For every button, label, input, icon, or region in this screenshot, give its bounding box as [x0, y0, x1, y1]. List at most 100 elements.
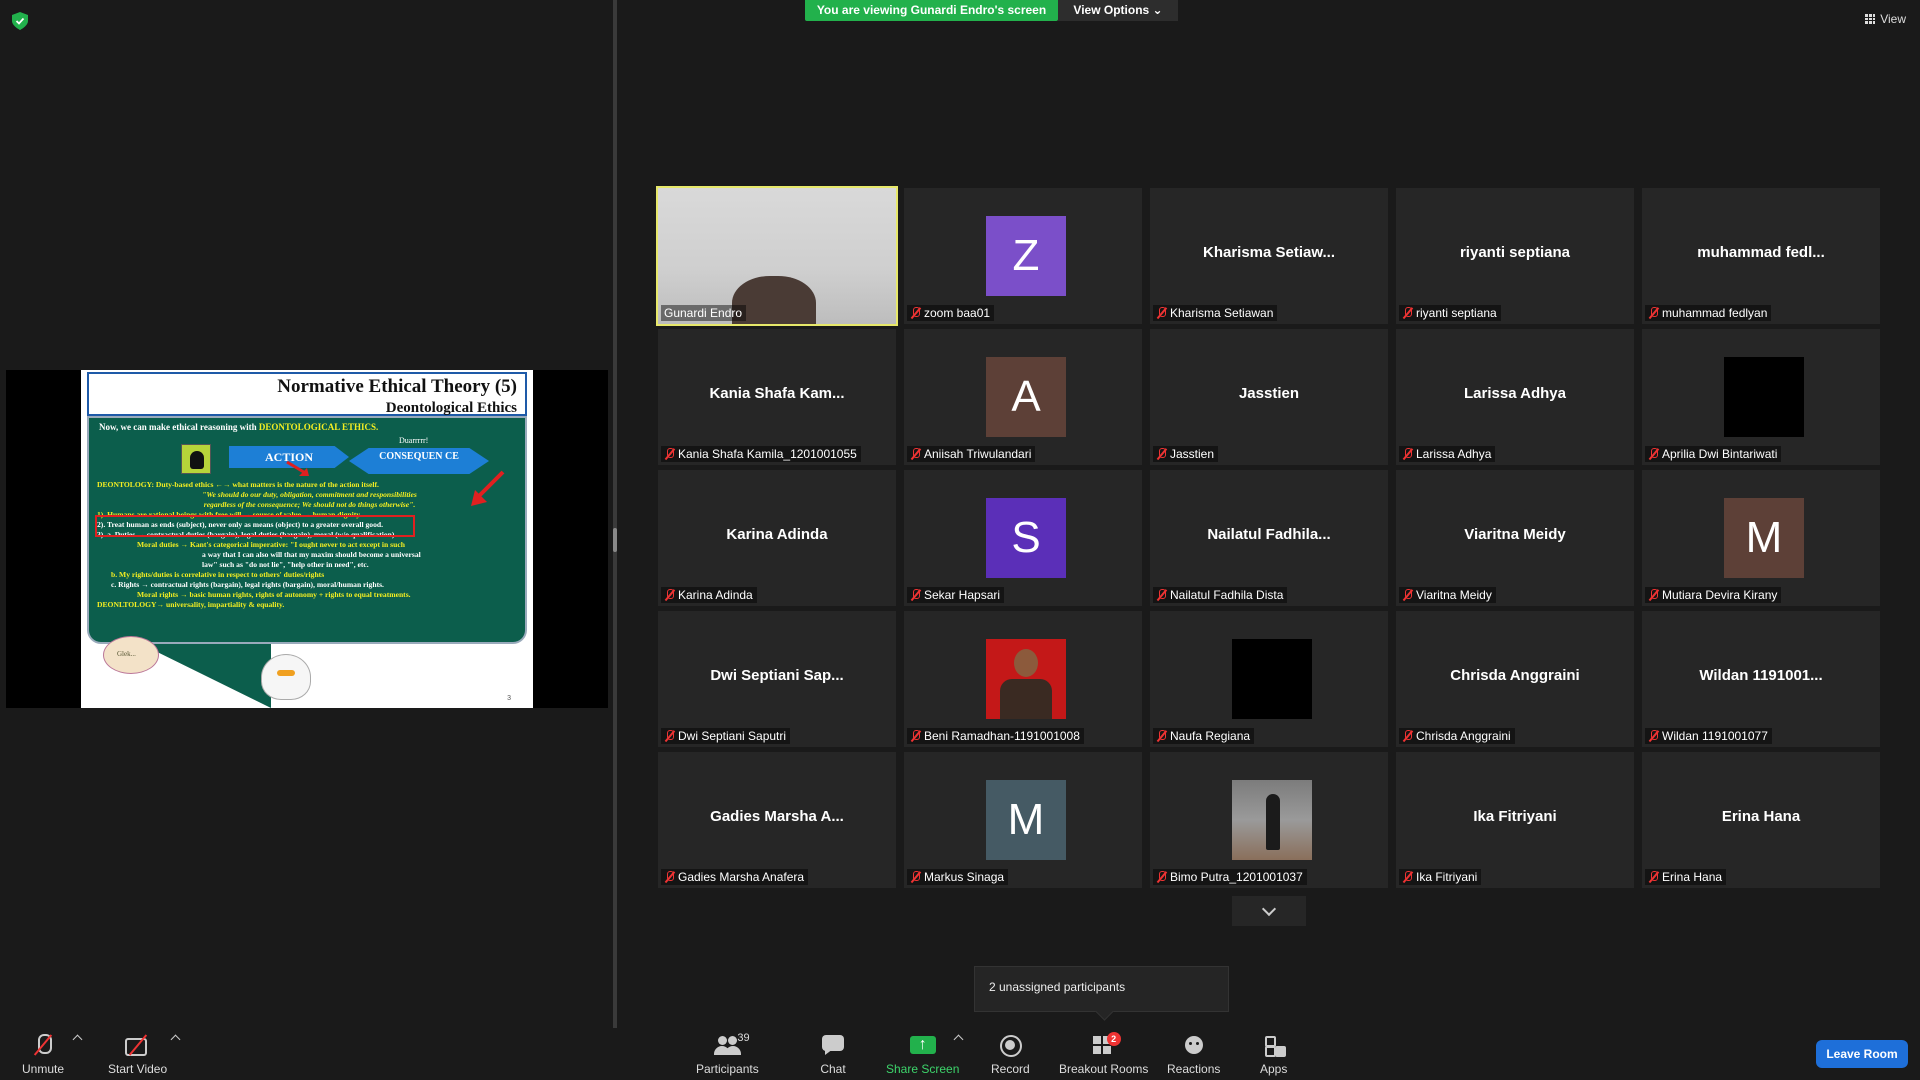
participant-nameplate: Gadies Marsha Anafera: [661, 869, 809, 885]
participant-nameplate: zoom baa01: [907, 305, 995, 321]
participant-tile[interactable]: Karina Adinda Karina Adinda: [658, 470, 896, 606]
participant-tile[interactable]: M Mutiara Devira Kirany: [1642, 470, 1880, 606]
participant-tile[interactable]: Viaritna Meidy Viaritna Meidy: [1396, 470, 1634, 606]
participant-nameplate: Erina Hana: [1645, 869, 1727, 885]
participant-tile[interactable]: Chrisda Anggraini Chrisda Anggraini: [1396, 611, 1634, 747]
participant-name: Gadies Marsha Anafera: [678, 870, 805, 884]
apps-icon: [1261, 1034, 1287, 1057]
security-shield-icon[interactable]: [12, 12, 28, 30]
participant-tile[interactable]: Gunardi Endro: [656, 186, 898, 326]
mic-muted-icon: [1402, 589, 1413, 601]
start-video-button[interactable]: Start Video: [108, 1034, 167, 1076]
participant-tile[interactable]: Jasstien Jasstien: [1150, 329, 1388, 465]
mic-muted-icon: [1648, 871, 1659, 883]
participant-tile[interactable]: Aprilia Dwi Bintariwati: [1642, 329, 1880, 465]
participant-name: Naufa Regiana: [1170, 729, 1251, 743]
participant-picture: [986, 639, 1066, 719]
participant-avatar: S: [986, 498, 1066, 578]
participant-tile[interactable]: Dwi Septiani Sap... Dwi Septiani Saputri: [658, 611, 896, 747]
participant-tile[interactable]: Beni Ramadhan-1191001008: [904, 611, 1142, 747]
participant-tile[interactable]: Kania Shafa Kam... Kania Shafa Kamila_120…: [658, 329, 896, 465]
mic-muted-icon: [1402, 871, 1413, 883]
participant-nameplate: Kharisma Setiawan: [1153, 305, 1278, 321]
share-screen-button[interactable]: Share Screen: [886, 1034, 959, 1076]
participant-nameplate: Chrisda Anggraini: [1399, 728, 1515, 744]
participant-display-name: Kania Shafa Kam...: [709, 385, 845, 402]
participant-tile[interactable]: Kharisma Setiaw... Kharisma Setiawan: [1150, 188, 1388, 324]
reactions-icon: [1181, 1034, 1207, 1056]
slide-body: Now, we can make ethical reasoning with …: [87, 416, 527, 644]
participant-tile[interactable]: muhammad fedl... muhammad fedlyan: [1642, 188, 1880, 324]
participant-name: Erina Hana: [1662, 870, 1723, 884]
unassigned-participants-tooltip[interactable]: 2 unassigned participants: [974, 966, 1229, 1012]
slide-title: Normative Ethical Theory (5): [277, 376, 517, 397]
participant-tile[interactable]: Ika Fitriyani Ika Fitriyani: [1396, 752, 1634, 888]
chat-button[interactable]: Chat: [820, 1034, 846, 1076]
slide-line: Moral rights → basic human rights, right…: [137, 590, 411, 599]
breakout-rooms-button[interactable]: 2 Breakout Rooms: [1059, 1032, 1148, 1076]
gallery-next-page-button[interactable]: [1232, 896, 1306, 926]
presentation-slide: Normative Ethical Theory (5) Deontologic…: [81, 370, 533, 708]
participant-tile[interactable]: Naufa Regiana: [1150, 611, 1388, 747]
breakout-rooms-icon: 2: [1091, 1032, 1121, 1056]
mic-muted-icon: [910, 871, 921, 883]
reactions-button[interactable]: Reactions: [1167, 1034, 1220, 1076]
divider-drag-handle[interactable]: [613, 528, 617, 552]
participant-tile[interactable]: Nailatul Fadhila... Nailatul Fadhila Dist…: [1150, 470, 1388, 606]
participants-button[interactable]: 39 Participants: [696, 1032, 759, 1076]
participant-name: Aprilia Dwi Bintariwati: [1662, 447, 1778, 461]
breakout-badge: 2: [1106, 1032, 1121, 1046]
participant-display-name: Viaritna Meidy: [1464, 526, 1566, 543]
mic-muted-icon: [910, 730, 921, 742]
participant-name: Kania Shafa Kamila_1201001055: [678, 447, 857, 461]
participant-name: Viaritna Meidy: [1416, 588, 1492, 602]
participant-nameplate: Larissa Adhya: [1399, 446, 1496, 462]
ninja-icon: [181, 444, 211, 474]
zoom-window: Normative Ethical Theory (5) Deontologic…: [0, 0, 1920, 1080]
view-button[interactable]: View: [1865, 12, 1906, 26]
grid-view-icon: [1865, 14, 1876, 24]
video-off-icon: [124, 1034, 151, 1056]
view-options-button[interactable]: View Options ⌄: [1058, 0, 1178, 21]
participant-tile[interactable]: S Sekar Hapsari: [904, 470, 1142, 606]
slide-line: DEONLTOLOGY→ universality, impartiality …: [97, 600, 285, 609]
participant-name: Wildan 1191001077: [1662, 729, 1768, 743]
split-view-divider[interactable]: [613, 0, 617, 1028]
mic-muted-icon: [1648, 589, 1659, 601]
participant-tile[interactable]: A Aniisah Triwulandari: [904, 329, 1142, 465]
slide-subtitle: Deontological Ethics: [385, 400, 517, 416]
slide-text-lines: DEONTOLOGY: Duty-based ethics ←→ what ma…: [97, 480, 522, 610]
record-button[interactable]: Record: [991, 1034, 1030, 1076]
participant-tile[interactable]: Bimo Putra_1201001037: [1150, 752, 1388, 888]
unmute-button[interactable]: Unmute: [22, 1034, 64, 1076]
cloud-text: Glek...: [117, 650, 136, 658]
participant-tile[interactable]: Gadies Marsha A... Gadies Marsha Anafera: [658, 752, 896, 888]
participant-tile[interactable]: M Markus Sinaga: [904, 752, 1142, 888]
participant-nameplate: Bimo Putra_1201001037: [1153, 869, 1307, 885]
leave-room-button[interactable]: Leave Room: [1816, 1040, 1908, 1068]
mic-muted-icon: [664, 871, 675, 883]
slide-page-number: 3: [507, 695, 511, 702]
participant-tile[interactable]: Larissa Adhya Larissa Adhya: [1396, 329, 1634, 465]
participant-tile[interactable]: Wildan 1191001... Wildan 1191001077: [1642, 611, 1880, 747]
participant-display-name: Ika Fitriyani: [1473, 808, 1557, 825]
participant-video: [658, 188, 896, 324]
participant-tile[interactable]: Erina Hana Erina Hana: [1642, 752, 1880, 888]
slide-title-box: Normative Ethical Theory (5) Deontologic…: [87, 372, 527, 416]
participant-display-name: Dwi Septiani Sap...: [710, 667, 844, 684]
mic-muted-icon: [1156, 589, 1167, 601]
mic-muted-icon: [1402, 448, 1413, 460]
participant-name: Gunardi Endro: [664, 306, 743, 320]
participant-nameplate: Ika Fitriyani: [1399, 869, 1482, 885]
mic-muted-icon: [664, 589, 675, 601]
participant-name: Karina Adinda: [678, 588, 753, 602]
participant-name: Larissa Adhya: [1416, 447, 1492, 461]
participant-display-name: Gadies Marsha A...: [710, 808, 844, 825]
participant-tile[interactable]: Zzoom baa01: [904, 188, 1142, 324]
apps-button[interactable]: Apps: [1260, 1034, 1287, 1076]
participant-avatar: M: [986, 780, 1066, 860]
mic-muted-icon: [1156, 307, 1167, 319]
participant-tile[interactable]: riyanti septiana riyanti septiana: [1396, 188, 1634, 324]
participant-nameplate: Karina Adinda: [661, 587, 757, 603]
participant-display-name: Kharisma Setiaw...: [1203, 244, 1335, 261]
